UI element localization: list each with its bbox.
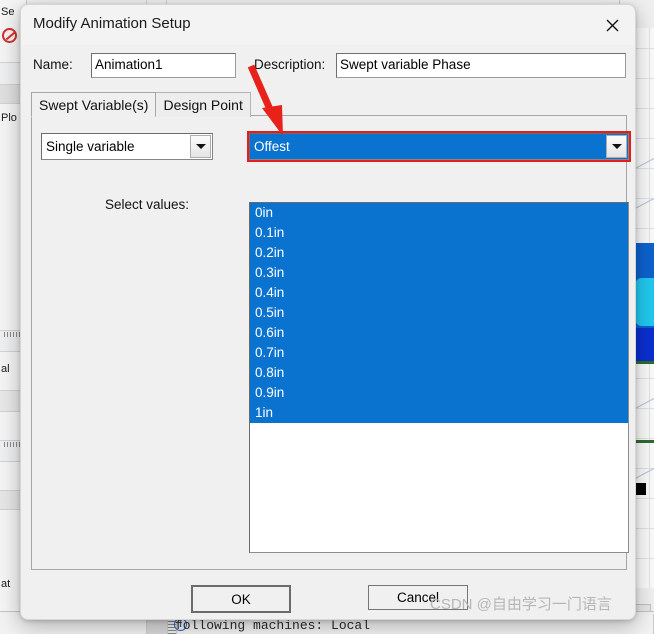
tab-label: Design Point <box>163 97 243 113</box>
drag-handle[interactable] <box>4 442 20 447</box>
name-label: Name: <box>33 57 73 72</box>
select-values-label: Select values: <box>105 197 190 212</box>
variable-mode-dropdown-button[interactable] <box>190 135 211 158</box>
name-input[interactable]: Animation1 <box>91 53 236 78</box>
list-item[interactable]: 0.4in <box>250 283 628 303</box>
ok-button[interactable]: OK <box>191 585 291 613</box>
list-item[interactable]: 0.9in <box>250 383 628 403</box>
variable-name-combobox[interactable]: Offest <box>247 131 631 162</box>
description-input[interactable]: Swept variable Phase <box>336 53 626 78</box>
cancel-button[interactable]: Cancel <box>368 585 468 610</box>
dialog-titlebar[interactable]: Modify Animation Setup <box>21 5 635 45</box>
variable-mode-combobox[interactable]: Single variable <box>41 133 213 160</box>
tab-label: Swept Variable(s) <box>39 96 149 113</box>
list-item[interactable]: 0.6in <box>250 323 628 343</box>
list-item[interactable]: 0.8in <box>250 363 628 383</box>
close-icon <box>606 19 618 31</box>
select-values-listbox[interactable]: 0in 0.1in 0.2in 0.3in 0.4in 0.5in 0.6in 0.7in 0.… <box>249 202 629 553</box>
ok-button-label: OK <box>231 591 251 607</box>
tab-design-point[interactable]: Design Point <box>155 92 251 117</box>
close-button[interactable] <box>589 5 635 45</box>
list-item[interactable]: 0.7in <box>250 343 628 363</box>
modify-animation-setup-dialog: Modify Animation Setup Name: Animation1 … <box>20 4 636 620</box>
list-item[interactable]: 0.1in <box>250 223 628 243</box>
dialog-title: Modify Animation Setup <box>33 15 191 32</box>
variable-name-value: Offest <box>254 139 290 154</box>
chevron-down-icon <box>611 144 622 149</box>
stop-sign-icon <box>2 28 17 43</box>
description-label: Description: <box>254 57 326 72</box>
variable-name-dropdown-button[interactable] <box>606 135 627 158</box>
chevron-down-icon <box>195 144 206 149</box>
list-item[interactable]: 0.2in <box>250 243 628 263</box>
list-item[interactable]: 0.5in <box>250 303 628 323</box>
list-item[interactable]: 0.3in <box>250 263 628 283</box>
cancel-button-label: Cancel <box>396 590 440 605</box>
list-item[interactable]: 1in <box>250 403 628 423</box>
tab-swept-variables[interactable]: Swept Variable(s) <box>31 92 157 117</box>
variable-mode-value: Single variable <box>46 139 135 154</box>
variable-name-selection-highlight <box>251 135 605 158</box>
drag-handle[interactable] <box>4 332 20 337</box>
statusbar-message: following machines: Local <box>175 618 371 633</box>
tabstrip: Swept Variable(s) Design Point <box>31 91 251 117</box>
list-item[interactable]: 0in <box>250 203 628 223</box>
